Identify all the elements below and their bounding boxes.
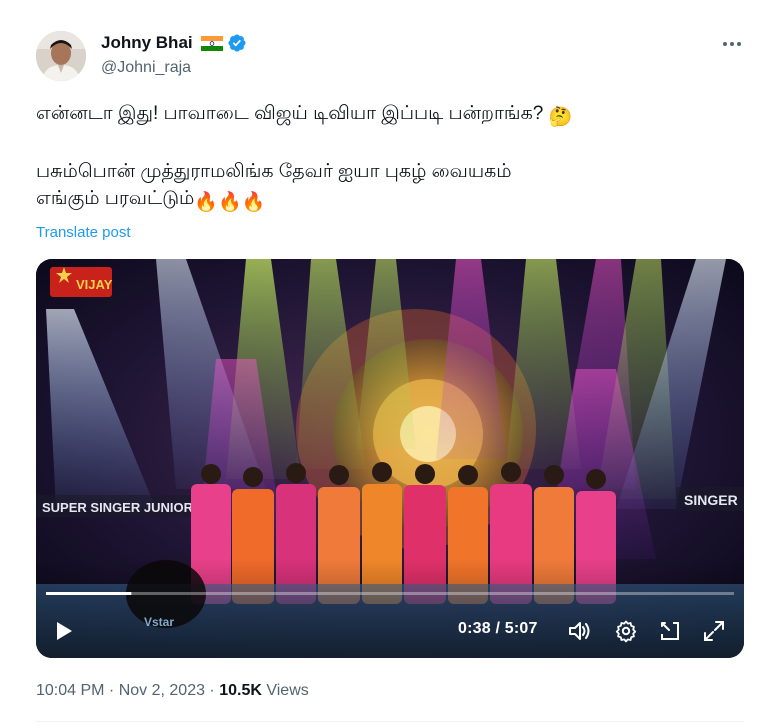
tweet-time[interactable]: 10:04 PM [36, 682, 104, 699]
tweet-text-line-3: எங்கும் பரவட்டும் [36, 188, 195, 209]
play-icon [57, 622, 72, 640]
meta-separator: · [204, 682, 220, 699]
translate-post-link[interactable]: Translate post [36, 224, 131, 241]
author-name-row[interactable]: Johny Bhai [101, 33, 247, 53]
views-label: Views [261, 682, 309, 699]
tweet-text-line-1: என்னடா இது! பாவாடை விஜய் டிவியா இப்படி ப… [36, 103, 544, 124]
tweet-date[interactable]: Nov 2, 2023 [119, 682, 205, 699]
expand-icon [704, 621, 724, 641]
video-duration: 5:07 [504, 620, 538, 637]
avatar[interactable] [36, 31, 86, 81]
play-button[interactable] [52, 619, 76, 643]
tweet: Johny Bhai @Johni_raja என்னடா இது! பாவாட… [0, 0, 773, 728]
divider [36, 721, 744, 722]
gear-icon [615, 620, 637, 643]
fire-icon: 🔥🔥🔥 [194, 192, 266, 213]
tweet-text-line: என்னடா இது! பாவாடை விஜய் டிவியா இப்படி ப… [36, 100, 736, 131]
pop-out-button[interactable] [658, 619, 682, 643]
views-count[interactable]: 10.5K [219, 682, 262, 699]
tweet-text: என்னடா இது! பாவாடை விஜய் டிவியா இப்படி ப… [36, 100, 736, 216]
video-player[interactable]: SUPER SINGER JUNIOR SINGER VIJAY Vstar 0… [36, 259, 744, 658]
video-progress-bar[interactable] [46, 589, 734, 597]
meta-separator: · [104, 682, 119, 699]
settings-button[interactable] [614, 619, 638, 643]
video-controls: 0:38 / 5:07 [36, 259, 744, 658]
video-time-readout: 0:38 / 5:07 [458, 620, 538, 638]
author-display-name[interactable]: Johny Bhai [101, 33, 193, 53]
verified-badge-icon[interactable] [227, 33, 247, 53]
more-options-button[interactable] [720, 34, 744, 54]
speaker-icon [569, 622, 590, 640]
tweet-text-line: எங்கும் பரவட்டும்🔥🔥🔥 [36, 185, 736, 216]
time-separator: / [490, 620, 505, 637]
india-flag-icon [200, 35, 223, 51]
tweet-text-line-2: பசும்பொன் முத்துராமலிங்க தேவர் ஐயா புகழ்… [36, 161, 512, 182]
video-current-time: 0:38 [458, 620, 491, 637]
fullscreen-button[interactable] [702, 619, 726, 643]
thinking-face-icon: 🤔 [548, 107, 573, 128]
pop-out-icon [661, 622, 679, 640]
volume-button[interactable] [567, 619, 593, 643]
author-handle[interactable]: @Johni_raja [101, 59, 191, 77]
tweet-metadata: 10:04 PM · Nov 2, 2023 · 10.5K Views [36, 682, 309, 700]
